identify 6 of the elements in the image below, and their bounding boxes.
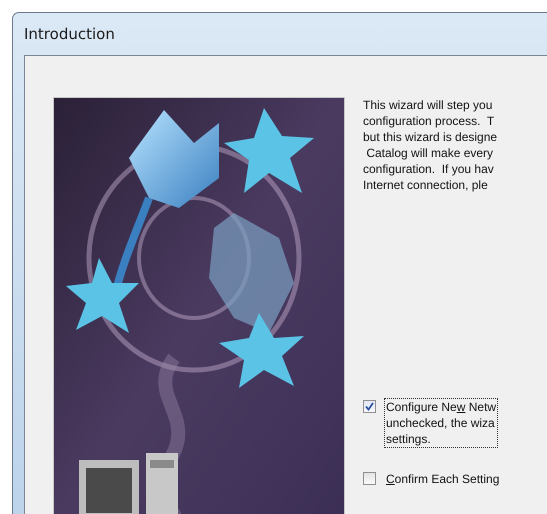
checkbox[interactable] (363, 472, 376, 485)
checkbox-label[interactable]: Confirm Each Setting (384, 470, 502, 488)
window-title: Introduction (24, 25, 115, 43)
checkbox-label[interactable]: Configure New Netw unchecked, the wiza settings. (384, 398, 498, 448)
checkbox[interactable] (363, 400, 376, 413)
intro-paragraph: This wizard will step you configuration process. T but this wizard is designe Catalog will make every configuration. If you hav Internet connection, ple (363, 97, 498, 193)
